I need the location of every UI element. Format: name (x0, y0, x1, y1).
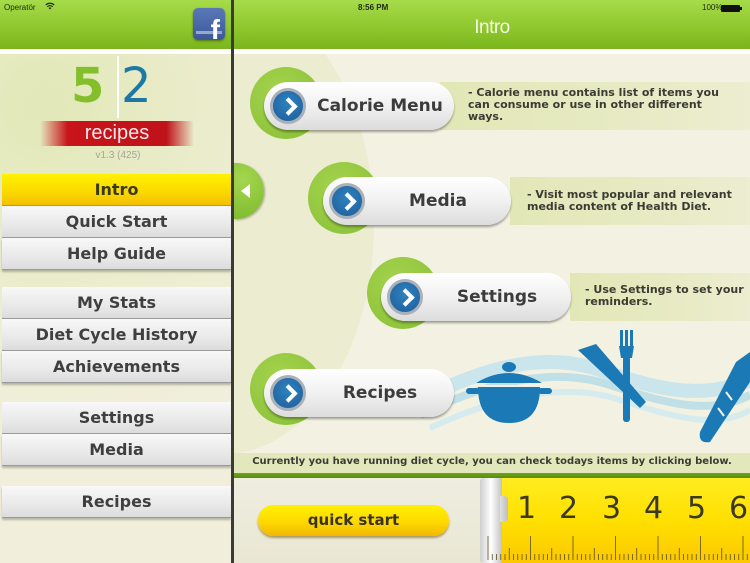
diet-cycle-message: Currently you have running diet cycle, y… (252, 456, 732, 467)
sidebar-item-quick-start[interactable]: Quick Start (2, 206, 231, 238)
settings-button[interactable]: Settings (381, 273, 571, 321)
tape-ticks (487, 536, 748, 560)
calorie-menu-label: Calorie Menu (317, 96, 443, 116)
sidebar-item-intro[interactable]: Intro (2, 174, 231, 206)
cooking-pot-icon (466, 362, 552, 423)
calorie-menu-description: - Calorie menu contains list of items yo… (468, 86, 719, 123)
chevron-right-icon (270, 88, 306, 124)
tape-hook-notch (500, 496, 508, 522)
facebook-icon: f (210, 14, 220, 41)
quick-start-button[interactable]: quick start (258, 505, 449, 536)
sidebar-item-achievements[interactable]: Achievements (2, 351, 231, 383)
knife-fork-icon (578, 330, 646, 422)
chevron-left-icon (241, 184, 250, 198)
recipes-label: Recipes (342, 383, 418, 403)
sidebar-item-diet-cycle-history[interactable]: Diet Cycle History (2, 319, 231, 351)
tape-number: 4 (644, 491, 664, 526)
chevron-right-icon (329, 183, 365, 219)
sidebar-item-media[interactable]: Media (2, 434, 231, 466)
carrier-label: Operatör (4, 3, 36, 12)
logo-word: recipes (84, 122, 150, 144)
media-description: - Visit most popular and relevant media … (527, 188, 732, 213)
battery-full-icon (721, 5, 742, 12)
logo-digit-2: 2 (121, 58, 152, 114)
tape-number: 2 (559, 491, 579, 526)
media-label: Media (409, 191, 467, 211)
sidebar-item-my-stats[interactable]: My Stats (2, 287, 231, 319)
baguette-icon (699, 352, 750, 443)
tape-number: 1 (517, 491, 537, 526)
chevron-right-icon (270, 375, 306, 411)
wifi-icon (45, 2, 55, 12)
sidebar-item-settings[interactable]: Settings (2, 402, 231, 434)
logo-digit-5: 5 (71, 58, 105, 114)
sidebar-item-recipes[interactable]: Recipes (2, 486, 231, 518)
settings-label: Settings (456, 287, 538, 307)
logo-separator (117, 56, 119, 118)
media-button[interactable]: Media (323, 177, 511, 225)
tape-number: 3 (602, 491, 622, 526)
app-version: v1.3 (425) (95, 150, 141, 161)
tape-number: 6 (729, 491, 749, 526)
tape-number: 5 (687, 491, 707, 526)
sidebar-item-help-guide[interactable]: Help Guide (2, 238, 231, 270)
page-title: Intro (474, 17, 510, 38)
measuring-tape-graphic: 1 2 3 4 5 6 (480, 478, 750, 563)
battery-percent: 100% (702, 3, 723, 12)
status-clock: 8:56 PM (358, 3, 389, 12)
recipes-button[interactable]: Recipes (264, 369, 454, 417)
calorie-menu-button[interactable]: Calorie Menu (264, 82, 454, 130)
chevron-right-icon (387, 279, 423, 315)
settings-description: - Use Settings to set your reminders. (585, 283, 744, 308)
facebook-button[interactable]: f (193, 8, 225, 40)
